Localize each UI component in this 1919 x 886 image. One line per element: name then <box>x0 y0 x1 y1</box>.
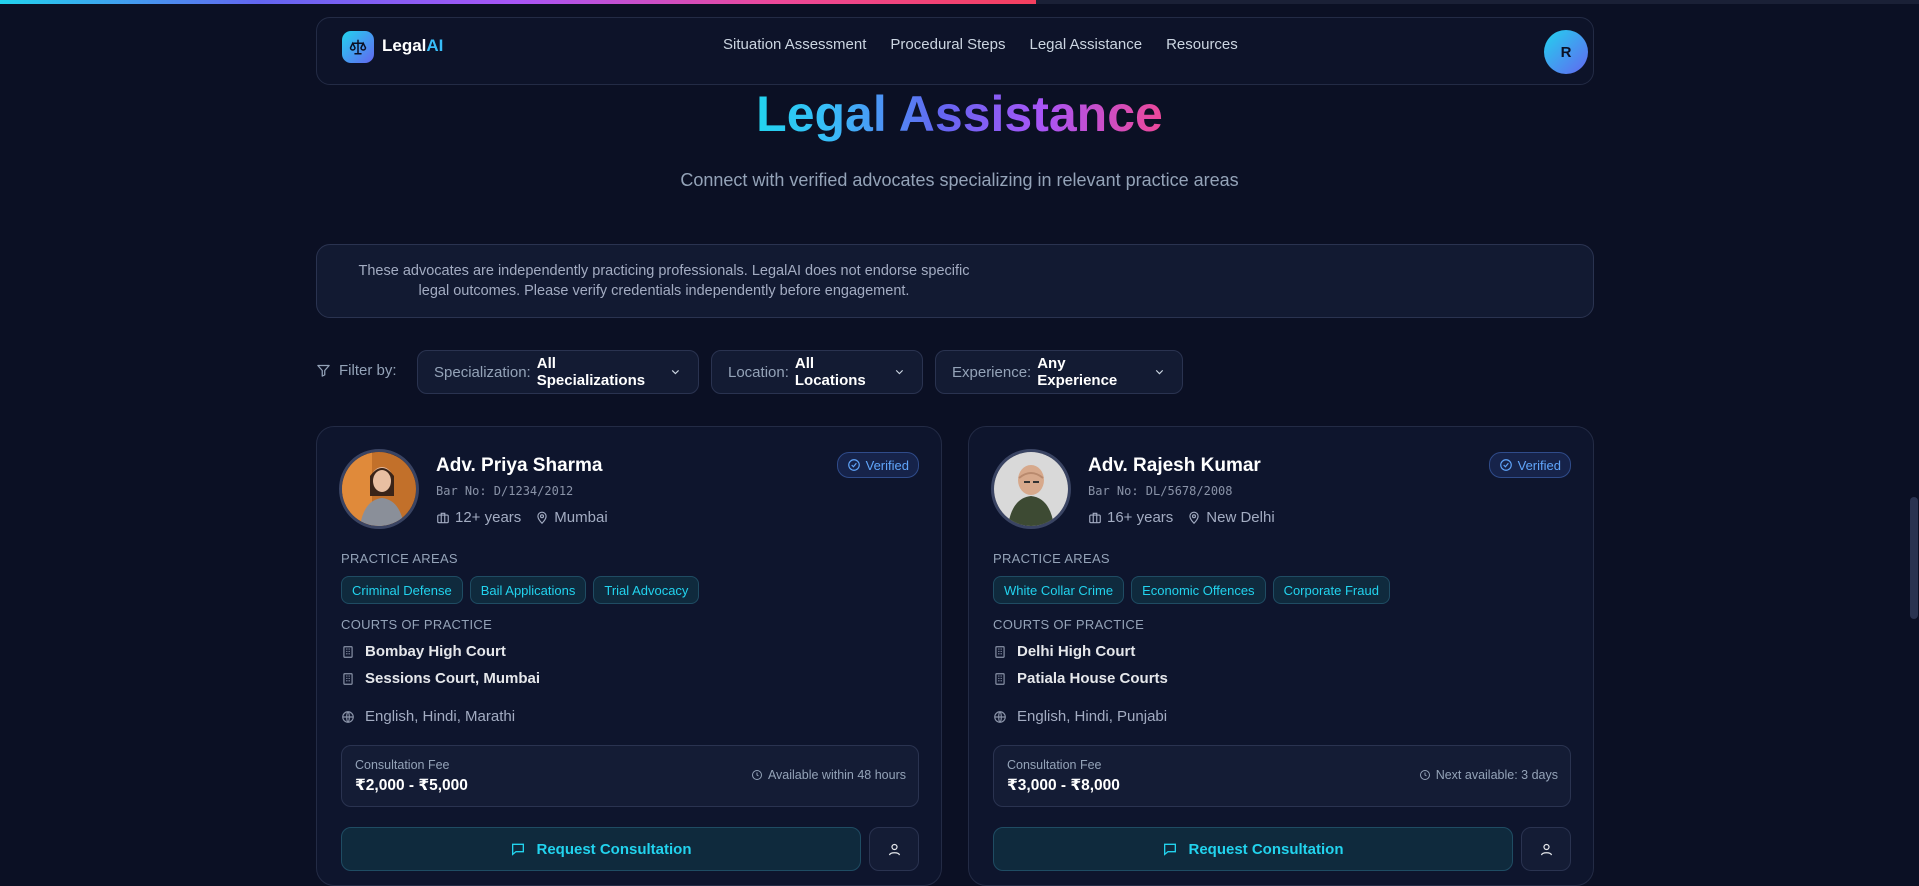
briefcase-icon <box>437 512 449 523</box>
courts-label: COURTS OF PRACTICE <box>993 617 1145 632</box>
chevron-down-icon <box>1155 369 1164 375</box>
court-item: Sessions Court, Mumbai <box>341 670 540 687</box>
scroll-progress-track <box>0 0 1919 4</box>
practice-tag: White Collar Crime <box>993 576 1125 604</box>
scroll-progress-bar <box>0 0 1037 4</box>
filter-label: Filter by: <box>316 362 397 379</box>
advocate-photo <box>339 449 419 529</box>
availability: Next available: 3 days <box>1419 768 1558 782</box>
message-icon <box>1164 843 1177 856</box>
languages: English, Hindi, Marathi <box>341 708 515 725</box>
fee-box: Consultation Fee ₹3,000 - ₹8,000 Next av… <box>993 745 1571 807</box>
fee-box: Consultation Fee ₹2,000 - ₹5,000 Availab… <box>341 745 919 807</box>
user-icon <box>888 843 900 855</box>
courts-label: COURTS OF PRACTICE <box>341 617 493 632</box>
fee-label: Consultation Fee <box>1007 758 1102 772</box>
location-dropdown[interactable]: Location: All Locations <box>711 350 923 394</box>
nav-procedural-steps[interactable]: Procedural Steps <box>890 35 1005 55</box>
bar-number: Bar No: DL/5678/2008 <box>1088 484 1233 498</box>
advocate-name[interactable]: Adv. Rajesh Kumar <box>1088 455 1261 477</box>
advocate-meta: 12+ years Mumbai <box>436 509 608 526</box>
nav-legal-assistance[interactable]: Legal Assistance <box>1030 35 1143 55</box>
advocate-meta: 16+ years New Delhi <box>1088 509 1275 526</box>
check-circle-icon <box>847 459 860 471</box>
check-circle-icon <box>1499 459 1512 471</box>
request-consultation-button[interactable]: Request Consultation <box>993 827 1513 871</box>
practice-tag: Trial Advocacy <box>593 576 700 604</box>
court-item: Bombay High Court <box>341 643 506 660</box>
user-avatar[interactable]: R <box>1544 30 1588 74</box>
map-pin-icon <box>537 511 547 524</box>
verified-badge: Verified <box>836 452 919 478</box>
building-icon <box>995 672 1005 685</box>
practice-tag: Bail Applications <box>469 576 587 604</box>
filter-icon <box>317 364 330 377</box>
briefcase-icon <box>1089 512 1101 523</box>
court-item: Delhi High Court <box>993 643 1135 660</box>
view-profile-button[interactable] <box>1521 827 1571 871</box>
verified-badge: Verified <box>1488 452 1571 478</box>
practice-tag: Corporate Fraud <box>1272 576 1390 604</box>
top-navbar: LegalAI Situation Assessment Procedural … <box>316 17 1594 85</box>
advocate-card: Adv. Rajesh Kumar Bar No: DL/5678/2008 1… <box>968 426 1594 886</box>
advocate-name[interactable]: Adv. Priya Sharma <box>436 455 603 477</box>
advocate-photo <box>991 449 1071 529</box>
page-subtitle: Connect with verified advocates speciali… <box>680 170 1239 190</box>
page-title: Legal Assistance <box>756 86 1163 142</box>
disclaimer-text: These advocates are independently practi… <box>358 263 970 299</box>
page-scrollbar[interactable] <box>1910 497 1918 619</box>
map-pin-icon <box>1189 511 1199 524</box>
specialization-dropdown[interactable]: Specialization: All Specializations <box>417 350 699 394</box>
practice-areas-label: PRACTICE AREAS <box>993 551 1110 566</box>
practice-tag: Criminal Defense <box>341 576 463 604</box>
fee-value: ₹3,000 - ₹8,000 <box>1007 777 1120 794</box>
fee-value: ₹2,000 - ₹5,000 <box>355 777 468 794</box>
availability: Available within 48 hours <box>751 768 906 782</box>
chevron-down-icon <box>895 369 904 375</box>
practice-tag: Economic Offences <box>1131 576 1266 604</box>
bar-number: Bar No: D/1234/2012 <box>436 484 574 498</box>
practice-area-tags: Criminal Defense Bail Applications Trial… <box>341 576 700 604</box>
languages: English, Hindi, Punjabi <box>993 708 1167 725</box>
scales-logo-icon[interactable] <box>342 31 374 63</box>
nav-situation-assessment[interactable]: Situation Assessment <box>723 35 866 55</box>
user-icon <box>1540 843 1552 855</box>
chevron-down-icon <box>671 369 680 375</box>
message-icon <box>512 843 525 856</box>
court-item: Patiala House Courts <box>993 670 1168 687</box>
nav-resources[interactable]: Resources <box>1166 35 1238 55</box>
building-icon <box>343 645 353 658</box>
brand-name[interactable]: LegalAI <box>382 36 443 56</box>
globe-icon <box>994 710 1006 723</box>
practice-areas-label: PRACTICE AREAS <box>341 551 458 566</box>
building-icon <box>995 645 1005 658</box>
clock-icon <box>751 770 762 780</box>
globe-icon <box>342 710 354 723</box>
nav-links: Situation Assessment Procedural Steps Le… <box>723 35 1238 55</box>
building-icon <box>343 672 353 685</box>
advocate-card: Adv. Priya Sharma Bar No: D/1234/2012 12… <box>316 426 942 886</box>
fee-label: Consultation Fee <box>355 758 450 772</box>
request-consultation-button[interactable]: Request Consultation <box>341 827 861 871</box>
experience-dropdown[interactable]: Experience: Any Experience <box>935 350 1183 394</box>
practice-area-tags: White Collar Crime Economic Offences Cor… <box>993 576 1390 604</box>
view-profile-button[interactable] <box>869 827 919 871</box>
disclaimer-banner: These advocates are independently practi… <box>316 244 1594 318</box>
clock-icon <box>1419 770 1430 780</box>
